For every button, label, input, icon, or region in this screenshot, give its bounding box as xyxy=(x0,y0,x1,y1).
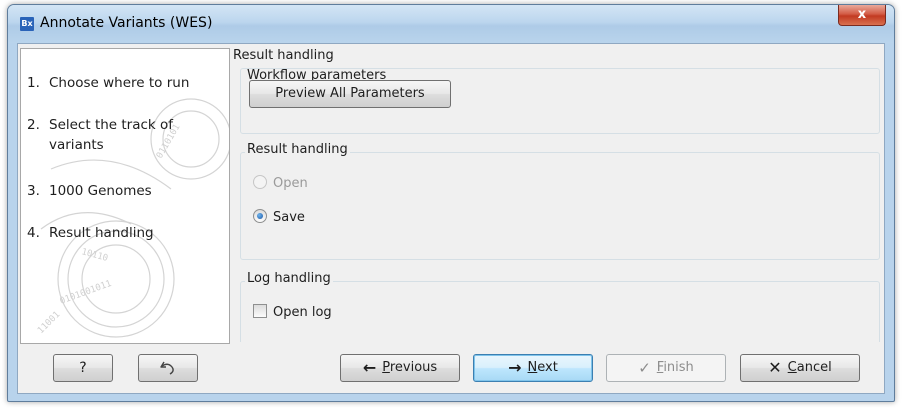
step-item-2: 2. Select the track of variants xyxy=(27,115,227,155)
group-label: Log handling xyxy=(245,271,333,286)
finish-button[interactable]: ✓ Finish xyxy=(606,354,726,382)
save-radio-option[interactable]: Save xyxy=(253,209,305,225)
title-bar[interactable]: Bx Annotate Variants (WES) x xyxy=(8,5,894,43)
step-number: 3. xyxy=(27,183,40,199)
finish-label: inish xyxy=(663,360,694,375)
svg-text:11001: 11001 xyxy=(36,310,62,336)
save-radio-label: Save xyxy=(273,210,305,225)
step-number: 1. xyxy=(27,75,40,91)
preview-all-parameters-button[interactable]: Preview All Parameters xyxy=(249,80,451,108)
step-number: 4. xyxy=(27,225,40,241)
radio-selected-dot xyxy=(257,213,263,219)
close-icon: x xyxy=(857,7,867,22)
step-label: Select the track of variants xyxy=(49,117,174,153)
window-title: Annotate Variants (WES) xyxy=(40,15,213,31)
open-log-label: Open log xyxy=(273,305,332,320)
open-radio-option[interactable]: Open xyxy=(253,175,308,191)
step-item-1: 1. Choose where to run xyxy=(27,73,227,93)
help-icon: ? xyxy=(79,360,87,376)
cancel-label: ancel xyxy=(796,360,832,375)
svg-text:0101001011: 0101001011 xyxy=(59,279,113,307)
previous-label: revious xyxy=(389,360,438,375)
next-mnemonic: N xyxy=(527,360,538,375)
arrow-left-icon: ← xyxy=(362,358,377,377)
previous-button[interactable]: ← Previous xyxy=(340,354,460,382)
cancel-button[interactable]: ✕ Cancel xyxy=(740,354,860,382)
workflow-parameters-group: Workflow parameters Preview All Paramete… xyxy=(240,68,880,134)
arrow-right-icon: → xyxy=(508,358,522,377)
svg-text:10110: 10110 xyxy=(80,247,109,264)
open-radio-label: Open xyxy=(273,176,308,191)
group-label: Result handling xyxy=(245,142,350,157)
step-item-4-current: 4. Result handling xyxy=(27,223,227,243)
open-radio[interactable] xyxy=(253,175,267,189)
help-button[interactable]: ? xyxy=(53,354,113,382)
dialog-window: Bx Annotate Variants (WES) x 0101001011 … xyxy=(7,4,895,402)
step-item-3: 3. 1000 Genomes xyxy=(27,181,227,201)
next-button[interactable]: → Next xyxy=(473,354,593,382)
wizard-steps-panel: 0101001011 10110 0110101 11001 1. Choose … xyxy=(20,48,230,344)
open-log-checkbox[interactable] xyxy=(253,304,267,318)
step-content-panel: Result handling Workflow parameters Prev… xyxy=(232,48,882,342)
log-handling-group: Log handling Open log xyxy=(240,271,880,342)
result-handling-group: Result handling Open Save xyxy=(240,142,880,260)
checkmark-icon: ✓ xyxy=(638,359,651,377)
close-button[interactable]: x xyxy=(838,5,886,26)
step-label: 1000 Genomes xyxy=(49,183,152,199)
cancel-mnemonic: C xyxy=(787,360,797,375)
x-icon: ✕ xyxy=(768,358,782,377)
app-icon: Bx xyxy=(20,17,34,31)
wizard-button-bar: ? ← Previous → Next ✓ Finish ✕ Cancel xyxy=(18,344,884,393)
section-title: Result handling xyxy=(233,48,334,63)
reset-button[interactable] xyxy=(138,354,198,382)
dialog-client: 0101001011 10110 0110101 11001 1. Choose … xyxy=(17,43,885,394)
open-log-checkbox-option[interactable]: Open log xyxy=(253,304,332,320)
step-number: 2. xyxy=(27,117,40,133)
step-label: Result handling xyxy=(49,225,154,241)
step-label: Choose where to run xyxy=(49,75,190,91)
next-label: ext xyxy=(537,360,558,375)
undo-arrow-icon xyxy=(160,361,174,375)
previous-mnemonic: P xyxy=(382,360,390,375)
save-radio[interactable] xyxy=(253,209,267,223)
